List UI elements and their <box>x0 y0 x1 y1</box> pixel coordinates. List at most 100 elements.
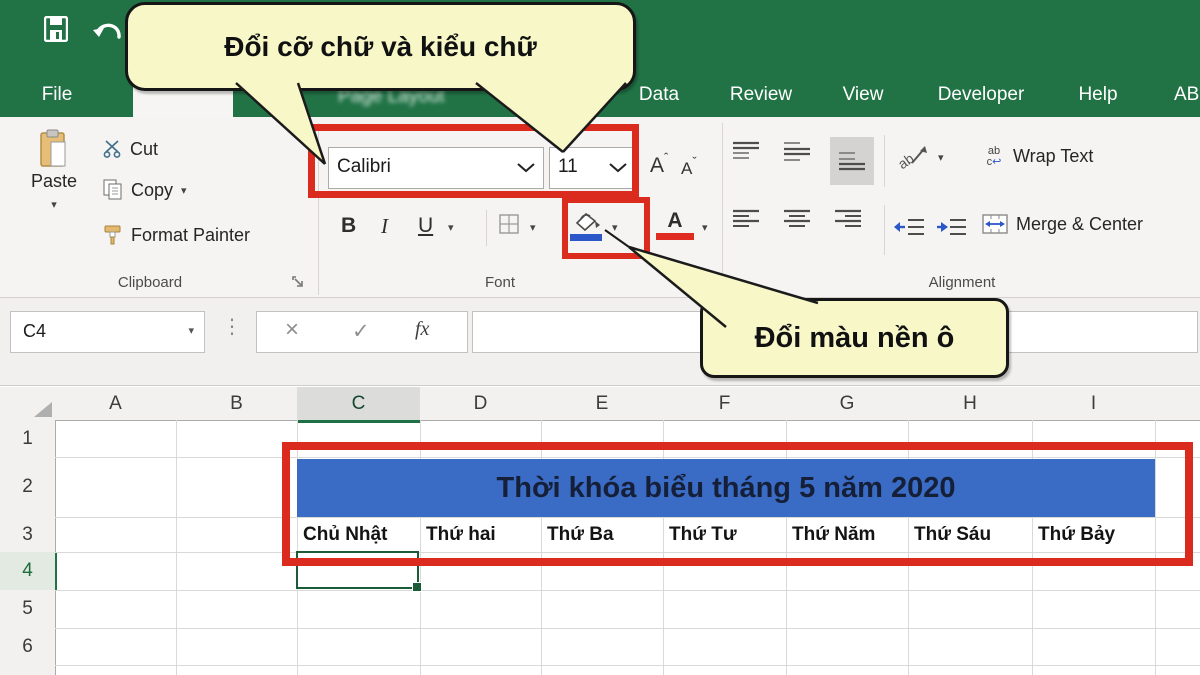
name-box-dropdown-icon[interactable]: ▾ <box>188 324 194 337</box>
align-bottom-button-selected[interactable] <box>830 137 874 185</box>
align-right-button[interactable] <box>834 209 874 251</box>
cut-scissors-icon <box>103 140 122 158</box>
row-header-partial[interactable] <box>0 665 56 675</box>
name-box[interactable]: C4 ▾ <box>10 311 205 353</box>
align-middle-button[interactable] <box>783 141 823 183</box>
formula-button-panel: × ✓ fx <box>256 311 468 353</box>
row-header-4-selected[interactable]: 4 <box>0 552 57 591</box>
align-center-button[interactable] <box>783 209 823 251</box>
name-box-value: C4 <box>23 321 46 342</box>
align-top-button[interactable] <box>732 141 772 183</box>
tab-file[interactable]: File <box>42 84 73 106</box>
align-left-button[interactable] <box>732 209 772 251</box>
fill-handle[interactable] <box>412 582 422 592</box>
select-all-corner[interactable] <box>0 387 56 421</box>
font-color-dropdown-icon[interactable]: ▾ <box>702 221 708 234</box>
annotation-box-font-controls <box>308 124 639 198</box>
tab-developer[interactable]: Developer <box>938 84 1025 106</box>
tab-data[interactable]: Data <box>639 84 679 106</box>
borders-dropdown-icon[interactable]: ▾ <box>530 221 536 234</box>
paste-clipboard-icon <box>39 129 69 169</box>
grid-line <box>176 420 177 675</box>
format-painter-brush-icon <box>103 224 123 246</box>
decrease-indent-button[interactable] <box>894 217 926 239</box>
tab-help[interactable]: Help <box>1078 84 1117 106</box>
enter-check-icon[interactable]: ✓ <box>352 319 370 344</box>
merge-center-button[interactable]: Merge & Center <box>982 209 1143 239</box>
font-color-button[interactable]: A <box>655 209 695 245</box>
callout-fill-tip-text: Đổi màu nền ô <box>755 322 955 355</box>
bold-button[interactable]: B <box>341 214 356 238</box>
callout-font-tip: Đổi cỡ chữ và kiểu chữ <box>125 2 636 91</box>
format-painter-button[interactable]: Format Painter <box>103 222 250 248</box>
undo-icon[interactable] <box>92 20 124 44</box>
clipboard-group-label: Clipboard <box>118 274 182 291</box>
underline-button[interactable]: U <box>418 214 433 238</box>
column-header-a[interactable]: A <box>55 387 177 421</box>
font-color-letter: A <box>667 209 682 232</box>
font-color-swatch <box>656 233 694 240</box>
column-header-f[interactable]: F <box>663 387 787 421</box>
column-header-h[interactable]: H <box>908 387 1033 421</box>
clipboard-dialog-launcher-icon[interactable] <box>292 276 305 289</box>
decrease-font-size-button[interactable]: Aˇ <box>681 154 697 179</box>
callout-fill-tip: Đổi màu nền ô <box>700 298 1009 378</box>
formula-bar-grip-icon[interactable]: ⋮ <box>222 314 242 339</box>
annotation-box-fill-color <box>562 197 650 259</box>
row-header-2[interactable]: 2 <box>0 457 56 518</box>
tab-review[interactable]: Review <box>730 84 792 106</box>
column-header-partial[interactable] <box>1155 387 1200 421</box>
grow-font-letter: A <box>650 154 664 177</box>
save-icon[interactable] <box>44 16 68 42</box>
format-painter-label: Format Painter <box>131 225 250 246</box>
paste-dropdown-icon: ▾ <box>18 198 90 211</box>
orientation-button[interactable]: ab <box>896 145 936 175</box>
font-dialog-launcher-icon[interactable] <box>702 276 715 289</box>
merge-center-icon <box>982 214 1008 234</box>
column-header-g[interactable]: G <box>786 387 909 421</box>
group-separator <box>722 123 723 295</box>
small-separator <box>884 205 885 255</box>
grid-line <box>55 665 1200 666</box>
annotation-box-table <box>282 442 1193 566</box>
copy-icon <box>103 179 123 201</box>
small-separator <box>486 210 487 246</box>
wrap-text-label: Wrap Text <box>1013 146 1093 167</box>
small-separator <box>884 135 885 187</box>
formula-bar: C4 ▾ ⋮ × ✓ fx <box>0 298 1200 386</box>
column-header-e[interactable]: E <box>541 387 664 421</box>
paste-button[interactable]: Paste ▾ <box>18 125 90 265</box>
excel-window: File Page Layout Formulas Data Review Vi… <box>0 0 1200 675</box>
column-header-d[interactable]: D <box>420 387 542 421</box>
row-header-6[interactable]: 6 <box>0 628 56 666</box>
tab-abbyy[interactable]: ABB <box>1174 84 1200 106</box>
grid-line <box>55 628 1200 629</box>
column-header-b[interactable]: B <box>176 387 298 421</box>
tab-view[interactable]: View <box>843 84 884 106</box>
wrap-text-button[interactable]: ab c↩ Wrap Text <box>983 141 1093 171</box>
callout-font-tip-text: Đổi cỡ chữ và kiểu chữ <box>224 31 537 63</box>
orientation-dropdown-icon[interactable]: ▾ <box>938 151 944 164</box>
underline-dropdown-icon[interactable]: ▾ <box>448 221 454 234</box>
copy-button[interactable]: Copy ▾ <box>103 177 187 203</box>
column-header-i[interactable]: I <box>1032 387 1156 421</box>
italic-button[interactable]: I <box>381 214 388 239</box>
wrap-text-icon: ab c↩ <box>983 145 1005 167</box>
increase-indent-button[interactable] <box>936 217 968 239</box>
row-header-5[interactable]: 5 <box>0 590 56 629</box>
borders-button[interactable] <box>498 213 520 235</box>
row-header-3[interactable]: 3 <box>0 517 56 553</box>
column-header-c-selected[interactable]: C <box>297 387 421 423</box>
insert-function-icon[interactable]: fx <box>415 318 429 341</box>
cancel-icon[interactable]: × <box>285 316 299 344</box>
font-group-label: Font <box>485 274 515 291</box>
grid-line <box>55 590 1200 591</box>
increase-font-size-button[interactable]: Aˆ <box>650 150 668 178</box>
cut-label: Cut <box>130 139 158 160</box>
shrink-font-letter: A <box>681 159 692 178</box>
paste-label: Paste <box>18 171 90 192</box>
row-header-1[interactable]: 1 <box>0 420 56 458</box>
cut-button[interactable]: Cut <box>103 137 158 161</box>
alignment-group-label: Alignment <box>929 274 996 291</box>
copy-label: Copy <box>131 180 173 201</box>
